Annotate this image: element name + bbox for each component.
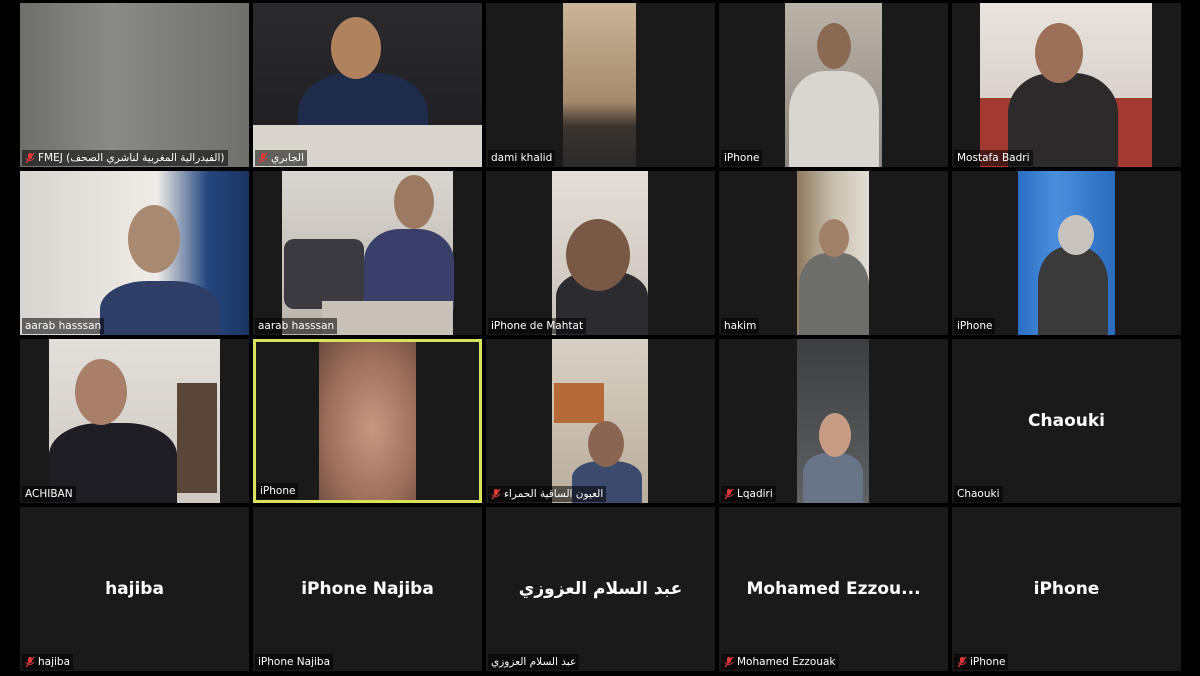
- participant-video: [552, 171, 648, 335]
- participant-video: [552, 339, 648, 503]
- participant-display-name: Mohamed Ezzou...: [746, 579, 921, 599]
- participant-name: iPhone de Mahtat: [491, 320, 584, 332]
- participant-name: aarab hasssan: [25, 320, 102, 332]
- mic-muted-icon: [258, 152, 268, 164]
- participant-video: [20, 3, 249, 167]
- participant-label: hajiba: [22, 654, 74, 670]
- participant-label: FMEJ (الفيدرالية المغربية لناشري الصحف): [22, 150, 228, 166]
- mic-muted-icon: [724, 656, 734, 668]
- participant-tile-laayoune[interactable]: العيون الساقية الحمراء: [486, 339, 715, 503]
- participant-name: iPhone: [260, 485, 296, 497]
- participant-tile-lqadiri[interactable]: Lqadiri: [719, 339, 948, 503]
- participant-label: iPhone: [954, 318, 996, 334]
- participant-display-name: hajiba: [105, 579, 164, 599]
- participant-video: [785, 3, 882, 167]
- gallery-grid: FMEJ (الفيدرالية المغربية لناشري الصحف) …: [20, 3, 1181, 671]
- participant-label: Mostafa Badri: [954, 150, 1033, 166]
- participant-label: hakim: [721, 318, 760, 334]
- participant-video: [797, 339, 869, 503]
- participant-name: aarab hasssan: [258, 320, 335, 332]
- participant-video: [319, 342, 416, 500]
- participant-tile-iphone-najiba[interactable]: iPhone Najiba iPhone Najiba: [253, 507, 482, 671]
- participant-name: العيون الساقية الحمراء: [504, 488, 604, 500]
- participant-video: [49, 339, 220, 503]
- participant-name: FMEJ (الفيدرالية المغربية لناشري الصحف): [38, 152, 225, 164]
- participant-tile-iphone-3[interactable]: iPhone iPhone: [952, 507, 1181, 671]
- mic-muted-icon: [25, 152, 35, 164]
- participant-name: hakim: [724, 320, 757, 332]
- participant-tile-jabri[interactable]: الجابري: [253, 3, 482, 167]
- participant-label: Chaouki: [954, 486, 1003, 502]
- participant-name: Mostafa Badri: [957, 152, 1030, 164]
- participant-display-name: iPhone Najiba: [301, 579, 434, 599]
- participant-name: hajiba: [38, 656, 71, 668]
- participant-label: iPhone: [257, 483, 299, 499]
- participant-video: [980, 3, 1152, 167]
- participant-name: Chaouki: [957, 488, 1000, 500]
- participant-label: iPhone: [954, 654, 1009, 670]
- participant-video: [282, 171, 454, 335]
- participant-video: [253, 3, 482, 167]
- participant-name: iPhone: [724, 152, 760, 164]
- participant-video: [563, 3, 636, 167]
- participant-video: [1018, 171, 1115, 335]
- participant-name: الجابري: [271, 152, 305, 164]
- mic-muted-icon: [491, 488, 501, 500]
- participant-label: iPhone: [721, 150, 763, 166]
- mic-muted-icon: [25, 656, 35, 668]
- participant-tile-dami-khalid[interactable]: dami khalid: [486, 3, 715, 167]
- participant-name: iPhone Najiba: [258, 656, 331, 668]
- participant-label: aarab hasssan: [255, 318, 338, 334]
- participant-tile-aarab-2[interactable]: aarab hasssan: [253, 171, 482, 335]
- participant-display-name: Chaouki: [1028, 411, 1105, 431]
- participant-name: iPhone: [970, 656, 1006, 668]
- participant-label: dami khalid: [488, 150, 556, 166]
- mic-muted-icon: [957, 656, 967, 668]
- participant-tile-iphone-mahtat[interactable]: iPhone de Mahtat: [486, 171, 715, 335]
- participant-label: iPhone de Mahtat: [488, 318, 587, 334]
- participant-name: iPhone: [957, 320, 993, 332]
- participant-tile-hakim[interactable]: hakim: [719, 171, 948, 335]
- participant-tile-iphone-1[interactable]: iPhone: [719, 3, 948, 167]
- participant-name: Mohamed Ezzouak: [737, 656, 836, 668]
- participant-label: ACHIBAN: [22, 486, 76, 502]
- participant-name: Lqadiri: [737, 488, 773, 500]
- participant-name: ACHIBAN: [25, 488, 73, 500]
- participant-tile-aarab-1[interactable]: aarab hasssan: [20, 171, 249, 335]
- participant-tile-azzouzi[interactable]: عبد السلام العزوزي عبد السلام العزوزي: [486, 507, 715, 671]
- participant-tile-iphone-2[interactable]: iPhone: [952, 171, 1181, 335]
- participant-label: عبد السلام العزوزي: [488, 654, 580, 670]
- participant-tile-hajiba[interactable]: hajiba hajiba: [20, 507, 249, 671]
- participant-label: aarab hasssan: [22, 318, 105, 334]
- participant-display-name: iPhone: [1033, 579, 1100, 599]
- participant-tile-achiban[interactable]: ACHIBAN: [20, 339, 249, 503]
- mic-muted-icon: [724, 488, 734, 500]
- participant-tile-mohamed-ezzouak[interactable]: Mohamed Ezzou... Mohamed Ezzouak: [719, 507, 948, 671]
- participant-name: عبد السلام العزوزي: [491, 656, 577, 668]
- participant-video: [20, 171, 249, 335]
- participant-label: Lqadiri: [721, 486, 776, 502]
- participant-label: الجابري: [255, 150, 308, 166]
- participant-name: dami khalid: [491, 152, 553, 164]
- participant-tile-fmej[interactable]: FMEJ (الفيدرالية المغربية لناشري الصحف): [20, 3, 249, 167]
- participant-tile-mostafa-badri[interactable]: Mostafa Badri: [952, 3, 1181, 167]
- participant-label: Mohamed Ezzouak: [721, 654, 839, 670]
- participant-tile-chaouki[interactable]: Chaouki Chaouki: [952, 339, 1181, 503]
- participant-tile-iphone-active-speaker[interactable]: iPhone: [253, 339, 482, 503]
- participant-display-name: عبد السلام العزوزي: [518, 579, 683, 599]
- participant-label: iPhone Najiba: [255, 654, 334, 670]
- participant-video: [797, 171, 869, 335]
- participant-label: العيون الساقية الحمراء: [488, 486, 607, 502]
